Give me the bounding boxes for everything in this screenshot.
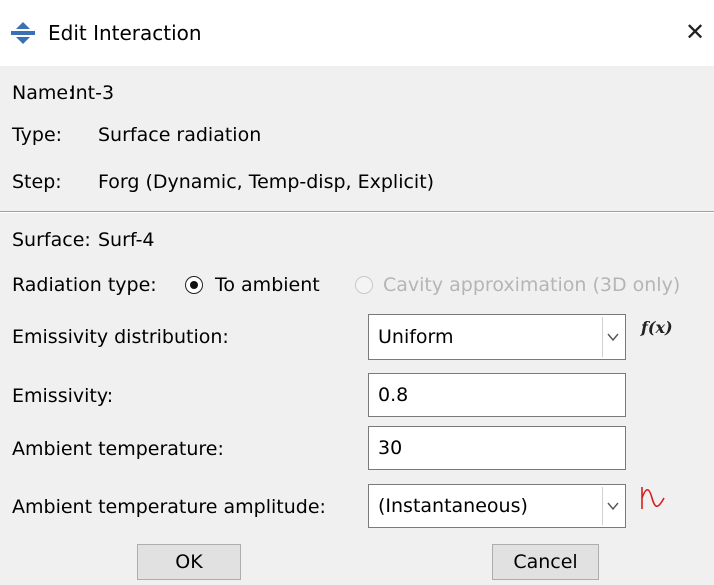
- step-value: Forg (Dynamic, Temp-disp, Explicit): [98, 171, 435, 193]
- radio-cavity-approximation-label: Cavity approximation (3D only): [383, 274, 681, 296]
- emissivity-label: Emissivity:: [12, 385, 114, 407]
- emissivity-distribution-label: Emissivity distribution:: [12, 326, 229, 348]
- surface-label: Surface:: [12, 229, 91, 251]
- radiation-type-label: Radiation type:: [12, 274, 157, 296]
- section-divider: [0, 211, 714, 213]
- name-value: Int-3: [70, 82, 115, 104]
- ok-button[interactable]: OK: [137, 544, 241, 580]
- chevron-down-icon[interactable]: [602, 317, 623, 357]
- step-label: Step:: [12, 171, 62, 193]
- type-label: Type:: [12, 124, 63, 146]
- ambient-temperature-amplitude-value: (Instantaneous): [378, 495, 528, 517]
- name-label: Name:: [12, 82, 75, 104]
- ambient-temperature-label: Ambient temperature:: [12, 438, 224, 460]
- ambient-temperature-input[interactable]: 30: [368, 426, 626, 470]
- type-value: Surface radiation: [98, 124, 262, 146]
- emissivity-distribution-value: Uniform: [378, 326, 454, 348]
- edit-interaction-dialog: Edit Interaction ✕ Name: Int-3 Type: Sur…: [0, 0, 714, 585]
- interaction-icon: [11, 22, 35, 44]
- emissivity-input[interactable]: 0.8: [368, 373, 626, 417]
- cancel-button[interactable]: Cancel: [492, 544, 599, 580]
- function-icon[interactable]: f(x): [641, 318, 673, 338]
- radio-to-ambient-label[interactable]: To ambient: [215, 272, 320, 298]
- radio-to-ambient[interactable]: [185, 276, 203, 294]
- chevron-down-icon[interactable]: [602, 487, 623, 525]
- emissivity-distribution-select[interactable]: Uniform: [368, 314, 626, 360]
- close-button[interactable]: ✕: [682, 18, 708, 46]
- surface-value: Surf-4: [98, 229, 155, 251]
- amplitude-icon[interactable]: [638, 485, 666, 511]
- ambient-temperature-amplitude-label: Ambient temperature amplitude:: [12, 496, 326, 518]
- title-bar: Edit Interaction ✕: [0, 0, 714, 66]
- emissivity-input-value: 0.8: [378, 384, 409, 406]
- radio-cavity-approximation: [355, 276, 373, 294]
- ambient-temperature-input-value: 30: [378, 437, 403, 459]
- dialog-title: Edit Interaction: [48, 21, 202, 45]
- ambient-temperature-amplitude-select[interactable]: (Instantaneous): [368, 484, 626, 528]
